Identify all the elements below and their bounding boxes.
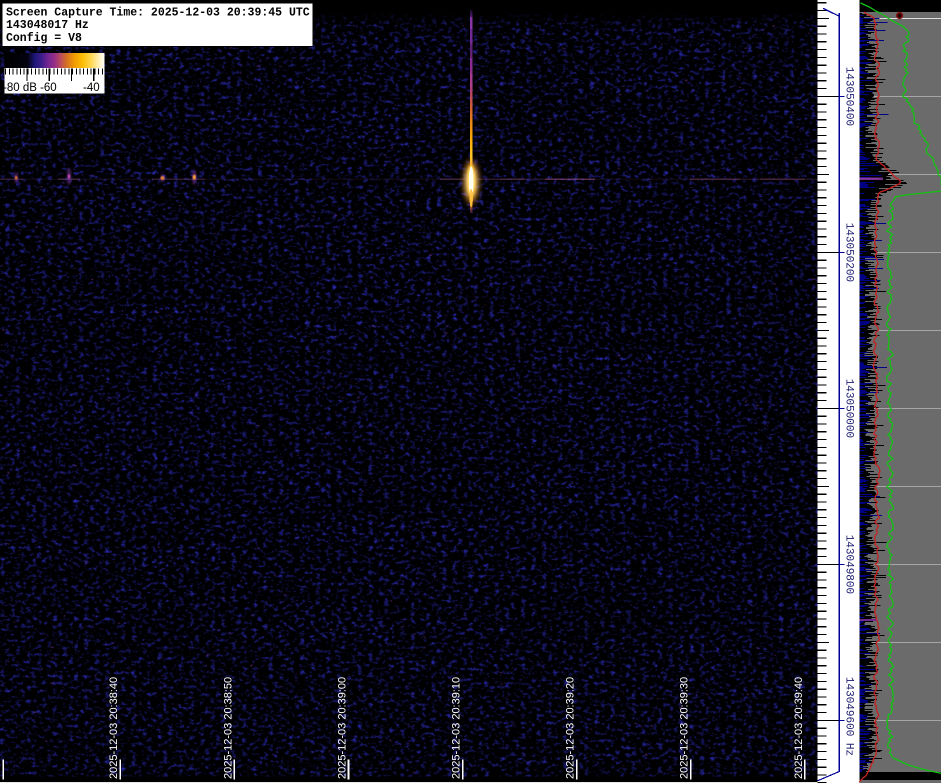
svg-text:-40: -40 — [83, 82, 100, 94]
svg-text:143050400: 143050400 — [843, 67, 855, 126]
svg-text:143050200: 143050200 — [843, 223, 855, 282]
svg-text:2025-12-03 20:39:30: 2025-12-03 20:39:30 — [679, 677, 691, 779]
svg-text:143049600 Hz: 143049600 Hz — [843, 677, 855, 756]
svg-text:Screen Capture Time: 2025-12-0: Screen Capture Time: 2025-12-03 20:39:45… — [6, 6, 310, 19]
svg-text:2025-12-03 20:39:10: 2025-12-03 20:39:10 — [451, 677, 463, 779]
svg-text:2025-12-03 20:38:40: 2025-12-03 20:38:40 — [108, 677, 120, 779]
svg-text:143048017 Hz: 143048017 Hz — [6, 19, 89, 32]
svg-text:143050000: 143050000 — [843, 379, 855, 438]
svg-text:143049800: 143049800 — [843, 535, 855, 594]
svg-text:2025-12-03 20:38:50: 2025-12-03 20:38:50 — [222, 677, 234, 779]
svg-text:-80 dB -60: -80 dB -60 — [3, 82, 57, 94]
svg-text:2025-12-03 20:39:20: 2025-12-03 20:39:20 — [565, 677, 577, 779]
svg-text:2025-12-03 20:39:00: 2025-12-03 20:39:00 — [336, 677, 348, 779]
svg-text:Config = V8: Config = V8 — [6, 32, 82, 45]
svg-text:2025-12-03 20:39:40: 2025-12-03 20:39:40 — [793, 677, 805, 779]
